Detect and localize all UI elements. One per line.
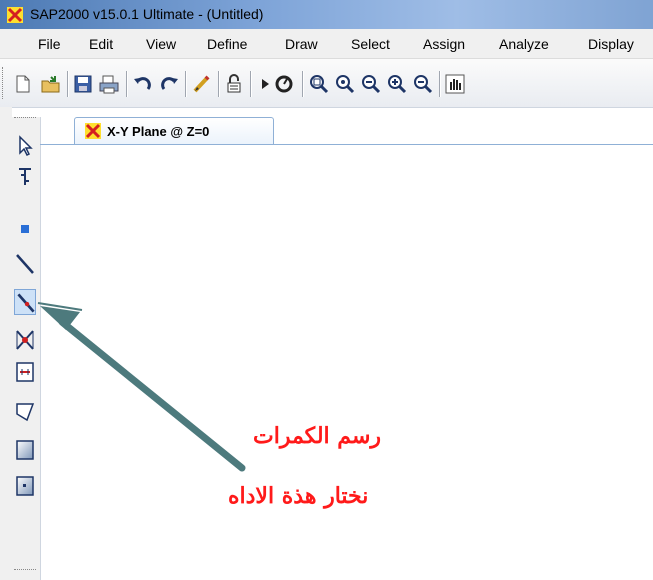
- toolbar-grip[interactable]: [2, 67, 6, 99]
- zoom-out-icon[interactable]: [412, 73, 434, 95]
- save-icon[interactable]: [72, 73, 94, 95]
- toolbar-separator: [126, 71, 128, 97]
- quick-draw-area-icon[interactable]: [14, 473, 36, 499]
- toolbar-separator: [439, 71, 441, 97]
- quick-draw-secondary-beams-icon[interactable]: [14, 359, 36, 385]
- redo-icon[interactable]: [158, 73, 180, 95]
- quick-draw-frame-icon[interactable]: [14, 289, 36, 315]
- toolbar-separator: [67, 71, 69, 97]
- annotation-title: رسم الكمرات: [253, 423, 382, 449]
- pan-hand-icon[interactable]: [444, 73, 466, 95]
- toolbar-separator: [250, 71, 252, 97]
- menu-define[interactable]: Define: [207, 36, 247, 52]
- draw-poly-area-icon[interactable]: [14, 399, 36, 425]
- zoom-window-icon[interactable]: [308, 73, 330, 95]
- print-icon[interactable]: [98, 73, 120, 95]
- menu-draw[interactable]: Draw: [285, 36, 318, 52]
- sap2000-logo-icon: [7, 7, 23, 23]
- special-joint-icon[interactable]: [14, 215, 36, 241]
- joint-reshape-icon[interactable]: [14, 163, 36, 189]
- tab-label: X-Y Plane @ Z=0: [107, 124, 210, 139]
- toolbar-grip[interactable]: [14, 569, 36, 573]
- title-bar: SAP2000 v15.0.1 Ultimate - (Untitled): [0, 0, 653, 29]
- menu-select[interactable]: Select: [351, 36, 390, 52]
- draw-rect-area-icon[interactable]: [14, 437, 36, 463]
- lock-icon[interactable]: [223, 73, 245, 95]
- sap2000-logo-icon: [85, 123, 101, 139]
- tab-xy-plane[interactable]: X-Y Plane @ Z=0: [74, 117, 274, 146]
- menu-file[interactable]: File: [38, 36, 61, 52]
- toolbar-grip[interactable]: [14, 117, 36, 121]
- toolbar-separator: [302, 71, 304, 97]
- toolbar-separator: [185, 71, 187, 97]
- menu-assign[interactable]: Assign: [423, 36, 465, 52]
- menu-edit[interactable]: Edit: [89, 36, 113, 52]
- zoom-in-step-icon[interactable]: [386, 73, 408, 95]
- undo-icon[interactable]: [132, 73, 154, 95]
- open-folder-icon[interactable]: [40, 73, 62, 95]
- left-dock: [0, 107, 12, 580]
- toolbar-separator: [218, 71, 220, 97]
- pointer-icon[interactable]: [14, 133, 36, 159]
- main-toolbar: [0, 59, 653, 108]
- draw-frame-icon[interactable]: [14, 251, 36, 277]
- model-canvas[interactable]: [41, 145, 653, 580]
- menu-display[interactable]: Display: [588, 36, 634, 52]
- zoom-restore-icon[interactable]: [360, 73, 382, 95]
- menu-bar: File Edit View Define Draw Select Assign…: [0, 29, 653, 59]
- zoom-in-icon[interactable]: [334, 73, 356, 95]
- pencil-icon[interactable]: [191, 73, 213, 95]
- quick-draw-braces-icon[interactable]: [14, 327, 36, 353]
- draw-toolbar: [12, 117, 41, 580]
- annotation-instruction: نختار هذة الاداه: [228, 483, 369, 509]
- refresh-view-icon[interactable]: [273, 73, 295, 95]
- window-title: SAP2000 v15.0.1 Ultimate - (Untitled): [30, 6, 264, 22]
- menu-analyze[interactable]: Analyze: [499, 36, 549, 52]
- menu-view[interactable]: View: [146, 36, 176, 52]
- new-file-icon[interactable]: [12, 73, 34, 95]
